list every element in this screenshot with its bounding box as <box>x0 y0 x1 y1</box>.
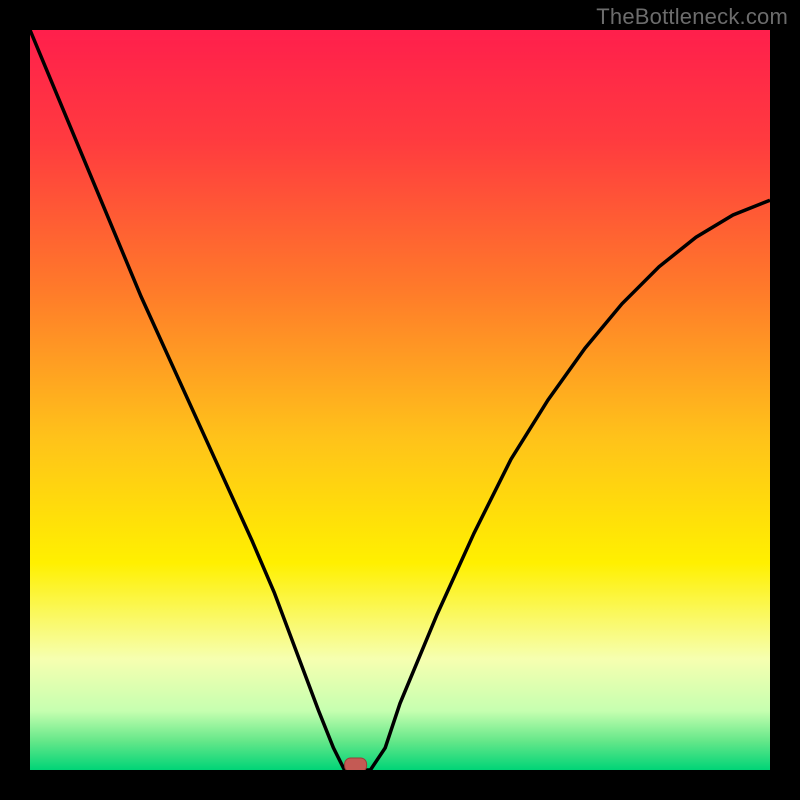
gradient-background <box>30 30 770 770</box>
watermark-text: TheBottleneck.com <box>596 4 788 30</box>
plot-area <box>30 30 770 770</box>
bottleneck-chart <box>30 30 770 770</box>
optimal-marker <box>345 758 367 770</box>
chart-frame: TheBottleneck.com <box>0 0 800 800</box>
